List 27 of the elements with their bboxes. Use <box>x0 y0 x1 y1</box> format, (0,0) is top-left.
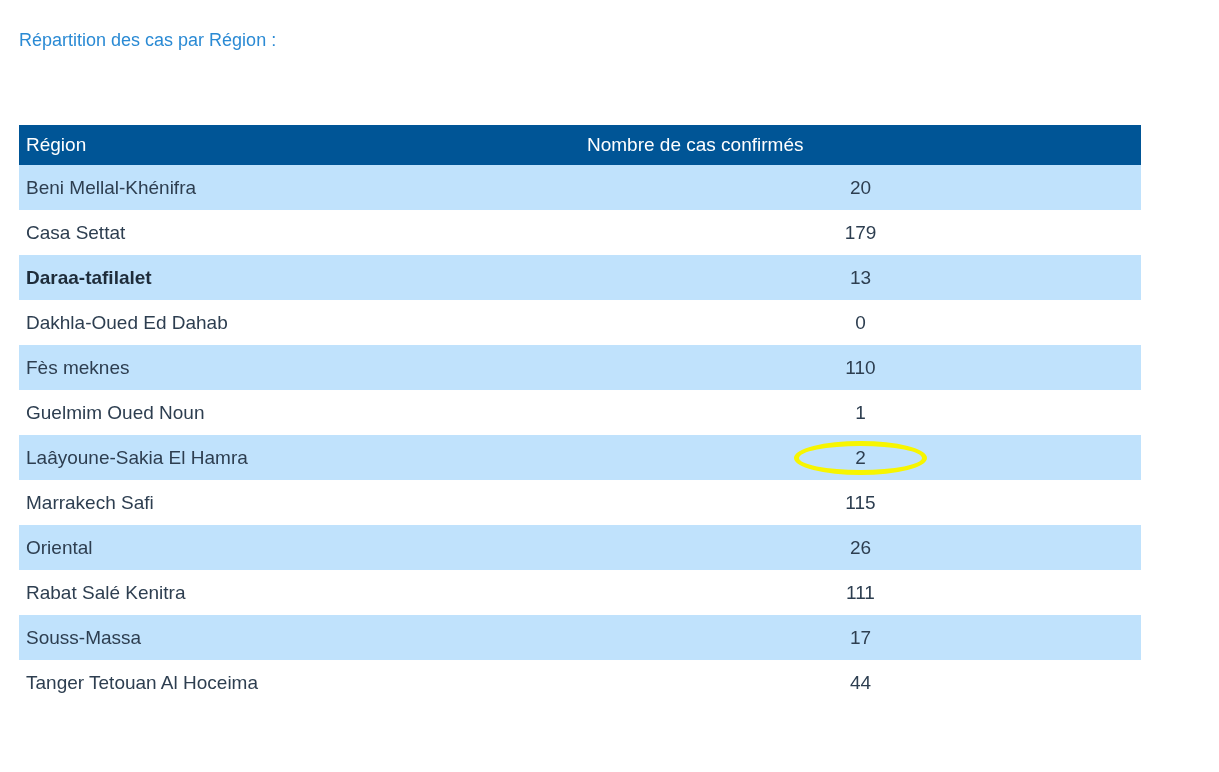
table-cell: Tanger Tetouan Al Hoceima <box>19 660 580 705</box>
table-cell: Marrakech Safi <box>19 480 580 525</box>
table-cell: Beni Mellal-Khénifra <box>19 165 580 210</box>
table-cell: 20 <box>849 176 872 198</box>
table-cell: 179 <box>844 221 877 243</box>
table-cell: 1 <box>855 401 866 423</box>
table-cell: Casa Settat <box>19 210 580 255</box>
table-cell: Souss-Massa <box>19 615 580 660</box>
table-cell: Dakhla-Oued Ed Dahab <box>19 300 580 345</box>
table-cell: 0 <box>855 311 866 333</box>
table-cell: 44 <box>849 671 872 693</box>
table-cell: 111 <box>846 581 875 603</box>
table-cell: 17 <box>849 626 872 648</box>
table-cell: 2 <box>794 440 927 475</box>
table-cell: 110 <box>845 356 876 378</box>
table-cell: Fès meknes <box>19 345 580 390</box>
table-cell: 13 <box>849 266 872 288</box>
table-cell: 115 <box>845 491 876 513</box>
table-cell: Rabat Salé Kenitra <box>19 570 580 615</box>
column-header: Nombre de cas confirmés <box>580 125 1141 165</box>
section-title: Répartition des cas par Région : <box>19 30 278 52</box>
column-header: Région <box>19 125 580 165</box>
table-cell: Oriental <box>19 525 580 570</box>
table-cell: Daraa-tafilalet <box>19 255 580 300</box>
table-cell: Guelmim Oued Noun <box>19 390 580 435</box>
table-cell: Laâyoune-Sakia El Hamra <box>19 435 580 480</box>
table-cell: 26 <box>849 536 872 558</box>
